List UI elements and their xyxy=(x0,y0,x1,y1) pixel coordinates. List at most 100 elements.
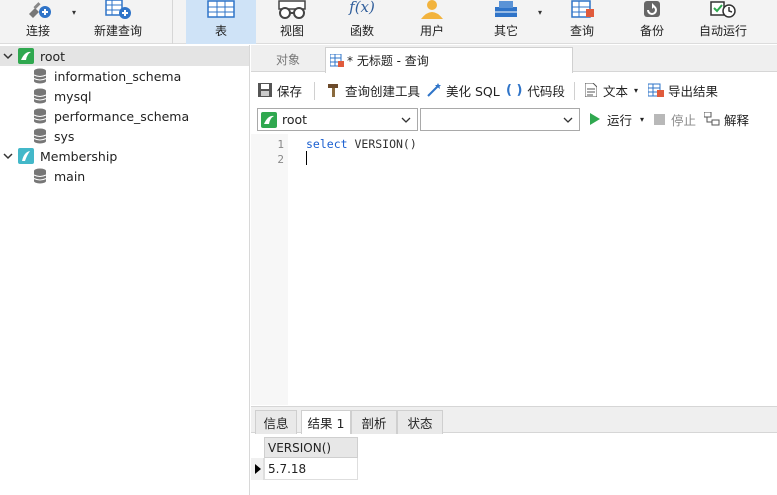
database-icon xyxy=(33,88,47,104)
main-toolbar: 连接 ▾ 新建查询 表 视图 f(x) 函数 用户 其它 ▾ 查询 备份 自动运… xyxy=(0,0,777,44)
query-builder-button[interactable]: 查询创建工具 xyxy=(327,76,420,104)
connection-name: Membership xyxy=(40,148,118,164)
other-dropdown-icon[interactable]: ▾ xyxy=(538,8,542,17)
stop-label: 停止 xyxy=(671,112,697,128)
tab-objects[interactable]: 对象 xyxy=(251,47,325,72)
view-label: 视图 xyxy=(279,24,304,38)
connect-button[interactable]: 连接 xyxy=(12,0,64,44)
current-row-pointer-icon xyxy=(255,464,261,474)
save-button[interactable]: 保存 xyxy=(258,76,302,104)
view-icon xyxy=(278,0,306,19)
sql-editor[interactable]: 1 2 select VERSION() xyxy=(251,134,777,405)
database-name: main xyxy=(54,168,86,184)
line-number: 2 xyxy=(277,153,284,166)
mysql-connection-icon xyxy=(261,111,277,128)
auto-run-button[interactable]: 自动运行 xyxy=(694,0,752,44)
tab-objects-label: 对象 xyxy=(275,53,300,67)
save-label: 保存 xyxy=(277,83,303,99)
function-button[interactable]: f(x) 函数 xyxy=(334,0,390,44)
connection-selector-row: root 运行 ▾ 停止 解释 xyxy=(251,105,777,133)
explain-icon xyxy=(704,112,720,126)
tab-status[interactable]: 状态 xyxy=(397,410,443,434)
export-results-button[interactable]: 导出结果 xyxy=(648,76,718,104)
database-name: performance_schema xyxy=(54,108,190,124)
connection-root[interactable]: root xyxy=(0,46,249,66)
tab-query-label: * 无标题 - 查询 xyxy=(347,54,429,68)
connection-select-value: root xyxy=(282,112,308,127)
hammer-icon xyxy=(328,84,338,97)
function-label: 函数 xyxy=(349,24,374,38)
chevron-down-icon[interactable]: ▾ xyxy=(634,86,638,95)
run-label: 运行 xyxy=(607,112,633,128)
chevron-down-icon xyxy=(563,117,573,123)
query-toolbar: 保存 查询创建工具 美化 SQL ( ) 代码段 文本 ▾ 导出结果 xyxy=(251,76,777,104)
backup-label: 备份 xyxy=(639,24,664,38)
connect-dropdown-icon[interactable]: ▾ xyxy=(72,8,76,17)
document-tabs: 对象 * 无标题 - 查询 xyxy=(251,45,777,73)
tab-query[interactable]: * 无标题 - 查询 xyxy=(325,47,573,73)
table-label: 表 xyxy=(214,24,227,38)
database-icon xyxy=(33,108,47,124)
database-item[interactable]: mysql xyxy=(0,86,249,106)
backup-button[interactable]: 备份 xyxy=(626,0,678,44)
query-tab-icon xyxy=(330,53,344,67)
parentheses-icon: ( ) xyxy=(506,82,523,98)
code-snippet-label: 代码段 xyxy=(527,83,565,99)
chevron-down-icon[interactable] xyxy=(3,151,13,161)
connection-tree: root information_schema mysql performanc… xyxy=(0,45,250,495)
tab-profile[interactable]: 剖析 xyxy=(351,410,397,434)
database-item[interactable]: information_schema xyxy=(0,66,249,86)
play-icon xyxy=(590,113,600,125)
chevron-down-icon[interactable]: ▾ xyxy=(640,115,644,124)
result-grid: VERSION() 5.7.18 xyxy=(251,434,777,495)
database-item[interactable]: performance_schema xyxy=(0,106,249,126)
explain-button[interactable]: 解释 xyxy=(704,105,749,133)
connect-label: 连接 xyxy=(25,24,50,38)
tab-result-1[interactable]: 结果 1 xyxy=(301,410,351,434)
view-button[interactable]: 视图 xyxy=(264,0,320,44)
other-button[interactable]: 其它 xyxy=(478,0,534,44)
tab-result-1-label: 结果 1 xyxy=(307,416,345,431)
connection-name: root xyxy=(40,48,66,64)
database-select[interactable] xyxy=(420,108,580,131)
chevron-down-icon[interactable] xyxy=(3,51,13,61)
result-tabs: 信息 结果 1 剖析 状态 xyxy=(251,406,777,434)
code-line: select VERSION() xyxy=(306,137,417,151)
table-button[interactable]: 表 xyxy=(186,0,256,44)
tab-profile-label: 剖析 xyxy=(361,416,387,431)
query-button[interactable]: 查询 xyxy=(556,0,608,44)
plug-icon xyxy=(29,2,51,18)
text-label: 文本 xyxy=(603,83,629,99)
user-icon xyxy=(421,0,443,19)
cell-value: 5.7.18 xyxy=(268,461,307,476)
auto-run-label: 自动运行 xyxy=(698,24,747,38)
table-icon xyxy=(207,0,235,18)
connection-select[interactable]: root xyxy=(257,108,418,131)
new-query-button[interactable]: 新建查询 xyxy=(90,0,146,44)
database-item[interactable]: sys xyxy=(0,126,249,146)
beautify-sql-label: 美化 SQL xyxy=(446,83,500,99)
column-header-label: VERSION() xyxy=(268,440,332,455)
table-cell[interactable]: 5.7.18 xyxy=(264,458,358,480)
save-icon xyxy=(258,83,272,97)
tab-info[interactable]: 信息 xyxy=(255,410,297,434)
database-name: mysql xyxy=(54,88,92,104)
connection-membership[interactable]: Membership xyxy=(0,146,249,166)
user-button[interactable]: 用户 xyxy=(404,0,460,44)
text-button[interactable]: 文本 ▾ xyxy=(585,76,638,104)
code-snippet-button[interactable]: ( ) 代码段 xyxy=(506,76,565,104)
database-item[interactable]: main xyxy=(0,166,249,186)
beautify-sql-button[interactable]: 美化 SQL xyxy=(426,76,500,104)
run-button[interactable]: 运行 ▾ xyxy=(589,105,644,133)
line-number-gutter: 1 2 xyxy=(251,134,288,405)
stop-button[interactable]: 停止 xyxy=(654,105,696,133)
toolbar-divider xyxy=(314,82,315,100)
database-icon xyxy=(33,128,47,144)
sqlite-connection-icon xyxy=(18,148,34,164)
explain-label: 解释 xyxy=(724,112,750,128)
database-icon xyxy=(33,168,47,184)
toolbar-divider xyxy=(574,82,575,100)
tab-info-label: 信息 xyxy=(263,416,289,431)
column-header[interactable]: VERSION() xyxy=(264,437,358,458)
database-icon xyxy=(33,68,47,84)
